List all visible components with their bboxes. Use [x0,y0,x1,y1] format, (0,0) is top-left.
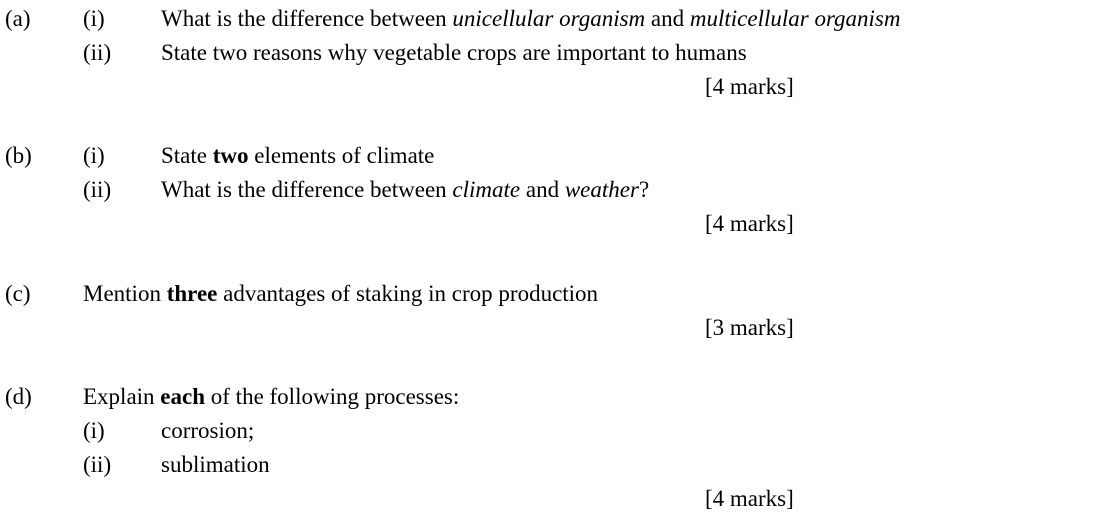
question-a-i-text: What is the difference between unicellul… [161,6,901,31]
question-a-ii-label: (ii) [83,40,112,65]
question-c-marks: [3 marks] [705,315,794,340]
question-a-i-label: (i) [83,6,105,31]
question-b-i-text: State two elements of climate [161,143,435,168]
question-b-ii-label: (ii) [83,177,112,202]
question-b-label: (b) [5,143,32,168]
question-c-label: (c) [5,281,31,306]
question-d-text: Explain each of the following processes: [83,384,460,409]
question-d-ii-text: sublimation [161,452,270,477]
question-d-i-label: (i) [83,418,105,443]
question-c-text: Mention three advantages of staking in c… [83,281,599,306]
question-b-ii-text: What is the difference between climate a… [161,177,650,202]
question-b-i-label: (i) [83,143,105,168]
question-b-marks: [4 marks] [705,211,794,236]
question-a-marks: [4 marks] [705,74,794,99]
question-a-label: (a) [5,6,31,31]
question-d-ii-label: (ii) [83,452,112,477]
question-a-ii-text: State two reasons why vegetable crops ar… [161,40,747,65]
question-d-label: (d) [5,384,32,409]
question-d-i-text: corrosion; [161,418,255,443]
question-d-marks: [4 marks] [705,486,794,511]
